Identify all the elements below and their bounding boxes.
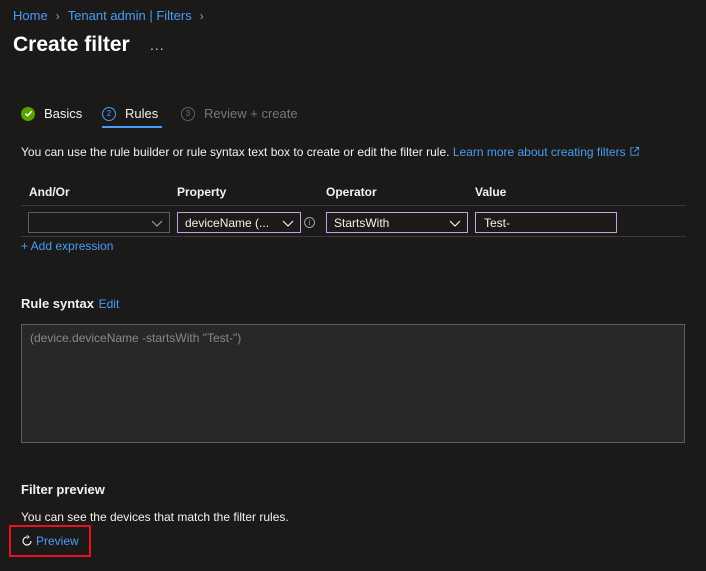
column-header-operator: Operator: [326, 185, 377, 199]
rule-syntax-title: Rule syntax: [21, 296, 94, 311]
breadcrumb-section-link[interactable]: Tenant admin | Filters: [68, 8, 192, 23]
chevron-down-icon: [282, 220, 294, 227]
chevron-right-icon: ›: [199, 8, 204, 23]
column-header-and-or: And/Or: [29, 185, 70, 199]
more-options-button[interactable]: ...: [150, 37, 165, 53]
value-input-text: Test-: [484, 215, 511, 230]
rule-syntax-text: (device.deviceName -startsWith "Test-"): [30, 331, 242, 345]
column-header-property: Property: [177, 185, 227, 199]
refresh-icon: [22, 535, 32, 546]
step-label: Rules: [125, 106, 159, 121]
rules-description: You can use the rule builder or rule syn…: [21, 145, 640, 159]
operator-dropdown[interactable]: StartsWith: [326, 212, 468, 233]
column-header-value: Value: [475, 185, 507, 199]
step-label: Review + create: [204, 106, 298, 121]
operator-value: StartsWith: [334, 215, 390, 230]
learn-more-link[interactable]: Learn more about creating filters: [453, 145, 626, 159]
rule-syntax-heading: Rule syntax Edit: [21, 296, 119, 311]
breadcrumb-home-link[interactable]: Home: [13, 8, 48, 23]
preview-label: Preview: [36, 534, 79, 548]
checkmark-icon: [21, 106, 35, 121]
step-number-badge: 2: [102, 106, 116, 121]
chevron-down-icon: [449, 220, 461, 227]
description-text: You can use the rule builder or rule syn…: [21, 145, 450, 159]
rule-syntax-textarea[interactable]: (device.deviceName -startsWith "Test-"): [21, 324, 685, 443]
property-value: deviceName (...: [185, 215, 270, 230]
active-step-indicator: [102, 126, 162, 128]
external-link-icon: [630, 146, 640, 156]
info-icon[interactable]: i: [304, 217, 315, 228]
chevron-down-icon: [151, 220, 163, 227]
page-title: Create filter: [13, 33, 130, 56]
filter-preview-heading: Filter preview: [21, 482, 105, 497]
filter-preview-description: You can see the devices that match the f…: [21, 510, 289, 524]
and-or-dropdown[interactable]: [28, 212, 170, 233]
step-rules[interactable]: 2 Rules: [102, 106, 158, 121]
property-dropdown[interactable]: deviceName (...: [177, 212, 301, 233]
divider: [21, 205, 686, 206]
step-number-badge: 3: [181, 106, 195, 121]
step-label: Basics: [44, 106, 83, 121]
breadcrumb: Home › Tenant admin | Filters ›: [13, 8, 212, 23]
preview-button[interactable]: Preview: [9, 525, 91, 557]
edit-syntax-link[interactable]: Edit: [99, 297, 120, 311]
step-basics[interactable]: Basics: [21, 106, 82, 121]
add-expression-link[interactable]: + Add expression: [21, 239, 113, 253]
step-review-create[interactable]: 3 Review + create: [181, 106, 298, 121]
chevron-right-icon: ›: [55, 8, 60, 23]
divider: [21, 236, 686, 237]
value-input[interactable]: Test-: [475, 212, 617, 233]
